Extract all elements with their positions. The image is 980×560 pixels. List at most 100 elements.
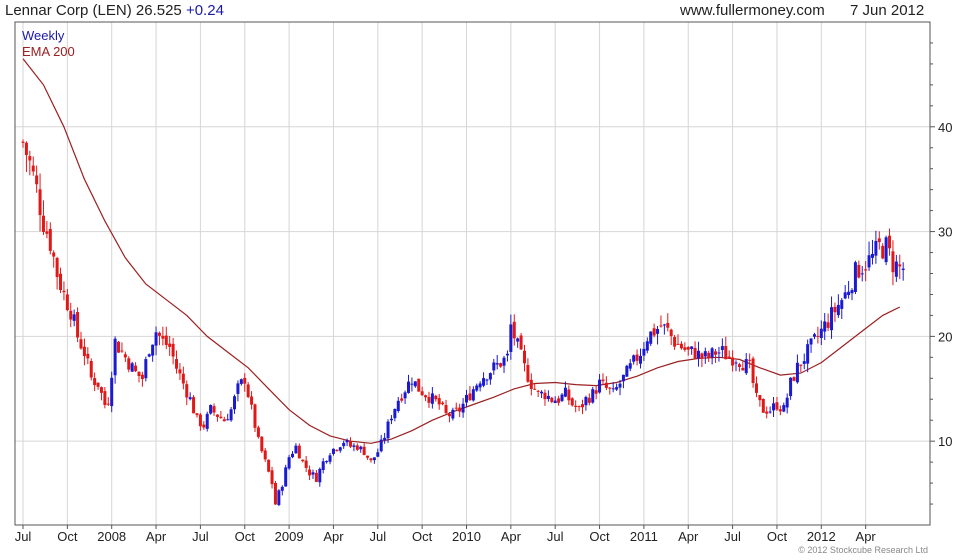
candle xyxy=(236,380,240,402)
candle xyxy=(444,399,448,416)
candle xyxy=(703,347,707,364)
candle xyxy=(598,374,602,394)
candle xyxy=(424,394,428,402)
candle xyxy=(482,372,486,388)
x-tick-label: 2012 xyxy=(807,529,836,544)
y-tick-label: 20 xyxy=(938,329,952,344)
candle xyxy=(205,411,209,432)
candle xyxy=(410,377,414,392)
y-axis: 10 20 30 40 xyxy=(930,42,952,505)
x-tick-label: Apr xyxy=(856,529,877,544)
candle xyxy=(898,254,902,280)
candle xyxy=(151,344,155,362)
candle xyxy=(693,341,697,360)
candle xyxy=(41,200,45,235)
candle xyxy=(396,397,400,413)
candle xyxy=(246,382,250,399)
candle xyxy=(799,364,803,373)
candle xyxy=(287,454,291,470)
ema-200-line xyxy=(22,58,901,444)
candle xyxy=(123,351,127,362)
candle xyxy=(864,261,868,282)
candle xyxy=(867,241,871,271)
candle xyxy=(65,288,69,312)
candle xyxy=(96,382,100,390)
x-tick-label: Jul xyxy=(369,529,386,544)
candle xyxy=(819,320,823,346)
candle xyxy=(110,371,114,413)
candle xyxy=(434,394,438,402)
candle xyxy=(625,364,629,377)
candle xyxy=(809,338,813,353)
candle xyxy=(601,373,605,385)
y-tick-label: 10 xyxy=(938,434,952,449)
x-tick-label: Jul xyxy=(192,529,209,544)
candle xyxy=(870,239,874,265)
grid-lines xyxy=(15,22,930,525)
candle xyxy=(553,396,557,404)
candle xyxy=(38,173,42,232)
candle xyxy=(659,315,663,328)
candle xyxy=(52,250,56,268)
candle xyxy=(522,344,526,372)
candle xyxy=(376,448,380,458)
candle xyxy=(79,331,83,350)
candle xyxy=(632,354,636,365)
candle xyxy=(209,404,213,415)
candle xyxy=(154,326,158,356)
candle xyxy=(577,405,581,412)
copyright-notice: © 2012 Stockcube Research Ltd xyxy=(798,545,928,555)
chart-frame xyxy=(14,21,931,526)
candle xyxy=(137,371,141,383)
candle xyxy=(707,350,711,362)
candle xyxy=(754,376,758,398)
candle xyxy=(816,326,820,344)
candle xyxy=(82,338,86,366)
candle xyxy=(48,222,52,255)
candle xyxy=(89,358,93,381)
candle xyxy=(526,358,530,383)
candle xyxy=(785,393,789,414)
candle xyxy=(55,256,59,290)
candle xyxy=(744,353,748,376)
candle xyxy=(717,346,721,362)
x-tick-label: Apr xyxy=(146,529,167,544)
candle xyxy=(888,228,892,256)
candle xyxy=(28,150,32,176)
candle xyxy=(901,262,905,281)
candle xyxy=(161,326,165,346)
candle xyxy=(297,443,301,459)
candle xyxy=(45,220,49,239)
candle xyxy=(430,387,434,409)
candlestick-chart: 10 20 30 40 Jul Oct 2008 Apr Jul Oct 2009 Apr Jul Oc… xyxy=(14,21,952,544)
candle xyxy=(420,386,424,397)
candle xyxy=(134,362,138,373)
candle xyxy=(35,165,39,193)
candle xyxy=(301,459,305,463)
candle xyxy=(437,393,441,410)
candle xyxy=(499,362,503,368)
candle xyxy=(465,389,468,407)
x-tick-label: 2010 xyxy=(452,529,481,544)
candle xyxy=(195,413,199,418)
candle xyxy=(533,383,537,390)
candle xyxy=(638,348,642,369)
candle xyxy=(881,243,885,260)
candle xyxy=(127,356,131,373)
candle xyxy=(256,425,260,439)
candle xyxy=(656,326,660,345)
candle xyxy=(666,313,670,332)
candle xyxy=(260,436,264,454)
candle xyxy=(379,434,383,453)
candle xyxy=(417,378,421,392)
candle xyxy=(294,443,298,454)
x-axis: Jul Oct 2008 Apr Jul Oct 2009 Apr Jul Oct 2010 Apr J… xyxy=(15,525,877,544)
x-tick-label: Oct xyxy=(235,529,256,544)
candle xyxy=(147,353,151,358)
candle xyxy=(461,398,465,418)
candle xyxy=(321,458,325,474)
candle xyxy=(758,394,762,407)
candle xyxy=(188,392,192,401)
candle xyxy=(768,406,772,414)
candle xyxy=(485,378,489,386)
